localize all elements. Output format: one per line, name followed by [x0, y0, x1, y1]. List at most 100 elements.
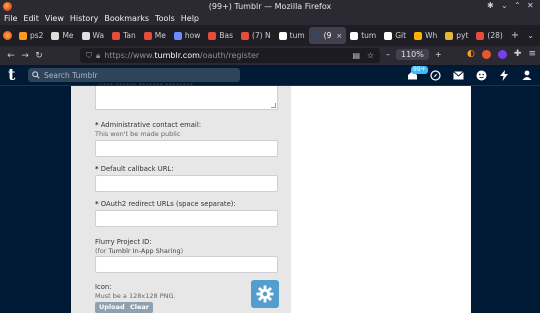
admin-email-label: * Administrative contact email:	[95, 121, 201, 129]
url-bar[interactable]: ⛉ 🔒︎ https://www.tumblr.com/oauth/regist…	[80, 48, 380, 63]
tab-favicon-icon	[112, 31, 121, 40]
bookmark-star-icon[interactable]: ☆	[367, 51, 374, 60]
tab-favicon-icon	[208, 31, 217, 40]
tab-favicon-icon	[445, 31, 454, 40]
back-icon[interactable]: ←	[4, 51, 18, 61]
menu-edit[interactable]: Edit	[23, 13, 39, 25]
tab-favicon-icon	[350, 31, 359, 40]
new-tab-button[interactable]: +	[511, 30, 519, 41]
browser-tab[interactable]: (28)	[472, 27, 506, 44]
search-input[interactable]	[44, 70, 234, 80]
icon-label: Icon:	[95, 283, 112, 291]
account-person-icon[interactable]	[520, 68, 534, 82]
browser-tab[interactable]: how	[170, 27, 204, 44]
addon-icon[interactable]	[497, 50, 507, 59]
zoom-level[interactable]: 110%	[396, 49, 429, 60]
tumblr-logo[interactable]: t	[8, 67, 15, 83]
shield-icon[interactable]: ⛉	[86, 51, 92, 61]
tab-favicon-icon	[241, 31, 250, 40]
zoom-in-button[interactable]: +	[435, 50, 442, 59]
gear-icon	[256, 285, 274, 303]
tab-label: Bas	[219, 31, 234, 40]
browser-tab[interactable]: (7) N	[237, 27, 275, 44]
menu-file[interactable]: File	[4, 13, 17, 25]
browser-tab[interactable]: Tan	[108, 27, 140, 44]
tab-favicon-icon	[476, 31, 485, 40]
lock-icon[interactable]: 🔒︎	[96, 51, 100, 61]
tab-favicon-icon	[414, 31, 423, 40]
tab-label: Git	[395, 31, 407, 40]
firefox-logo-icon	[3, 2, 12, 11]
admin-email-input[interactable]	[95, 140, 278, 157]
activity-lightning-icon[interactable]	[497, 68, 511, 82]
reader-view-icon[interactable]: ▤	[352, 51, 360, 60]
app-icon-preview	[251, 280, 279, 308]
menu-tools[interactable]: Tools	[155, 13, 175, 25]
browser-tab[interactable]: Git	[380, 27, 410, 44]
menu-hamburger-icon[interactable]: ≡	[528, 49, 536, 59]
browser-tab[interactable]: tum	[346, 27, 380, 44]
tab-label: (28)	[487, 31, 503, 40]
upload-button[interactable]: Upload	[95, 302, 129, 313]
tab-label: Me	[154, 31, 166, 40]
description-textarea[interactable]: **** ****** ******* ********	[95, 82, 278, 110]
browser-tab[interactable]: Wh	[410, 27, 441, 44]
menu-view[interactable]: View	[45, 13, 64, 25]
menu-bar: File Edit View History Bookmarks Tools H…	[0, 13, 540, 25]
window-titlebar: (99+) Tumblr — Mozilla Firefox ✱ ⌄ ⌃ ✕	[0, 0, 540, 13]
redirect-urls-label: * OAuth2 redirect URLs (space separate):	[95, 200, 236, 208]
reload-icon[interactable]: ↻	[32, 51, 46, 61]
tab-bar: ps2 Me Wa Tan Me how Bas (7) N tum (9 × tum Git Wh pyt…	[0, 25, 540, 46]
browser-tab[interactable]: pyt	[441, 27, 472, 44]
browser-tab[interactable]: Wa	[78, 27, 109, 44]
callback-url-input[interactable]	[95, 175, 278, 192]
menu-help[interactable]: Help	[181, 13, 199, 25]
brave-extension-icon[interactable]	[481, 50, 491, 59]
puzzle-icon[interactable]: ✚	[514, 49, 522, 59]
tab-favicon-icon	[143, 31, 152, 40]
content-area-white	[291, 86, 471, 313]
tab-favicon-icon	[312, 31, 321, 40]
close-window-icon[interactable]: ✕	[527, 1, 534, 10]
messaging-smiley-icon[interactable]	[474, 68, 488, 82]
pin-icon[interactable]: ✱	[487, 1, 494, 10]
explore-compass-icon[interactable]	[428, 68, 442, 82]
menu-history[interactable]: History	[70, 13, 98, 25]
list-all-tabs-button[interactable]: ⌄	[527, 31, 534, 40]
browser-tab[interactable]: Me	[47, 27, 77, 44]
browser-tab[interactable]: Me	[140, 27, 170, 44]
page-content: **** ****** ******* ******** * Administr…	[0, 82, 540, 313]
tab-favicon-icon	[278, 31, 287, 40]
home-icon[interactable]: 99+	[405, 66, 428, 82]
search-box[interactable]	[28, 68, 240, 82]
resize-grip-icon[interactable]	[271, 103, 276, 108]
minimize-icon[interactable]: ⌄	[501, 1, 508, 10]
clear-button[interactable]: Clear	[126, 302, 153, 313]
extension-icon[interactable]: ◐	[467, 49, 475, 59]
firefox-view-icon[interactable]	[3, 31, 12, 40]
tab-favicon-icon	[173, 31, 182, 40]
url-protocol: https://www.	[104, 51, 155, 60]
browser-tab[interactable]: Bas	[204, 27, 237, 44]
url-domain: tumblr.com	[154, 51, 200, 60]
tab-label: tum	[361, 31, 377, 40]
browser-tab[interactable]: ps2	[15, 27, 47, 44]
tumblr-header: t 99+	[0, 65, 540, 86]
menu-bookmarks[interactable]: Bookmarks	[104, 13, 149, 25]
flurry-id-input[interactable]	[95, 256, 278, 273]
forward-icon[interactable]: →	[18, 51, 32, 61]
maximize-icon[interactable]: ⌃	[514, 1, 521, 10]
flurry-id-sublabel: (for Tumblr In-App Sharing)	[95, 247, 184, 255]
tumblr-nav-icons: 99+	[405, 66, 534, 82]
tab-label: Me	[62, 31, 74, 40]
tab-label: (7) N	[252, 31, 271, 40]
inbox-envelope-icon[interactable]	[451, 68, 465, 82]
browser-tab[interactable]: tum	[275, 27, 309, 44]
tab-favicon-icon	[19, 31, 27, 40]
redirect-urls-input[interactable]	[95, 210, 278, 227]
tab-close-icon[interactable]: ×	[336, 32, 342, 40]
zoom-out-button[interactable]: –	[386, 50, 390, 59]
admin-email-sublabel: This won't be made public	[95, 130, 181, 138]
tab-favicon-icon	[51, 31, 60, 40]
browser-tab[interactable]: (9 ×	[308, 27, 347, 44]
